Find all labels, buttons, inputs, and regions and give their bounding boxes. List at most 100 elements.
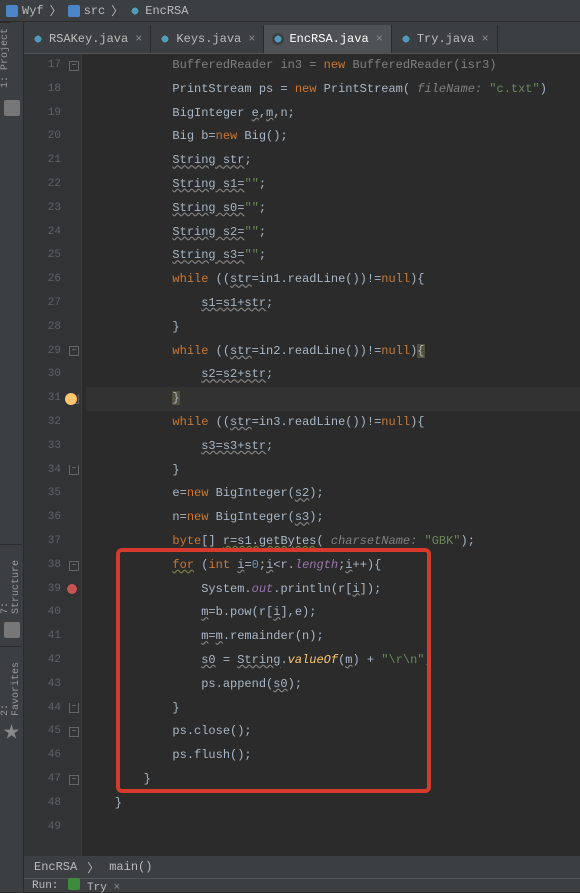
tab-label: Try.java xyxy=(417,32,475,46)
line-number[interactable]: 43 xyxy=(24,673,81,697)
code-line[interactable]: s2=s2+str; xyxy=(86,363,580,387)
line-number[interactable]: 48 xyxy=(24,792,81,816)
code-line[interactable]: BufferedReader in3 = new BufferedReader(… xyxy=(86,54,580,78)
run-panel-header[interactable]: Run: Try × xyxy=(24,878,580,892)
code-line[interactable] xyxy=(86,816,580,840)
fold-icon[interactable]: − xyxy=(69,775,79,785)
code-line[interactable]: } xyxy=(86,768,580,792)
line-number[interactable]: 24 xyxy=(24,221,81,245)
line-number[interactable]: 21 xyxy=(24,149,81,173)
code-line[interactable]: for (int i=0;i<r.length;i++){ xyxy=(86,554,580,578)
run-tab[interactable]: Try × xyxy=(68,878,120,893)
line-number[interactable]: 47− xyxy=(24,768,81,792)
fold-icon[interactable]: − xyxy=(69,346,79,356)
line-number[interactable]: 37 xyxy=(24,530,81,554)
line-number[interactable]: 30 xyxy=(24,363,81,387)
line-number[interactable]: 20 xyxy=(24,125,81,149)
code-line[interactable]: String str; xyxy=(86,149,580,173)
close-icon[interactable]: × xyxy=(374,32,385,46)
line-number[interactable]: 49 xyxy=(24,816,81,840)
line-number[interactable]: 32 xyxy=(24,411,81,435)
code-line[interactable]: BigInteger e,m,n; xyxy=(86,102,580,126)
line-number[interactable]: 42 xyxy=(24,649,81,673)
fold-end-icon[interactable]: − xyxy=(69,703,79,713)
code-line[interactable]: s3=s3+str; xyxy=(86,435,580,459)
structure-breadcrumb[interactable]: EncRSA 〉 main() xyxy=(24,856,580,878)
code-line[interactable]: s0 = String.valueOf(m) + "\r\n"; xyxy=(86,649,580,673)
tab-keys-java[interactable]: Keys.java× xyxy=(151,25,264,53)
line-number[interactable]: 34− xyxy=(24,459,81,483)
close-icon[interactable]: × xyxy=(246,32,257,46)
line-number[interactable]: 31− xyxy=(24,387,81,411)
code-line[interactable]: Big b=new Big(); xyxy=(86,125,580,149)
code-line[interactable]: String s1=""; xyxy=(86,173,580,197)
code-line[interactable]: } xyxy=(86,316,580,340)
code-line[interactable]: String s2=""; xyxy=(86,221,580,245)
close-icon[interactable]: × xyxy=(133,32,144,46)
line-number[interactable]: 23 xyxy=(24,197,81,221)
line-number[interactable]: 39 xyxy=(24,578,81,602)
crumb-method[interactable]: main() xyxy=(109,860,152,874)
line-number[interactable]: 18 xyxy=(24,78,81,102)
rail-favorites[interactable]: 2: Favorites xyxy=(0,646,22,716)
code-line[interactable]: m=m.remainder(n); xyxy=(86,625,580,649)
tab-label: RSAKey.java xyxy=(49,32,128,46)
code-line[interactable]: ps.flush(); xyxy=(86,744,580,768)
line-number[interactable]: 19 xyxy=(24,102,81,126)
tab-rsakey-java[interactable]: RSAKey.java × xyxy=(24,25,151,53)
code-line[interactable]: while ((str=in1.readLine())!=null){ xyxy=(86,268,580,292)
tab-encrsa-java[interactable]: EncRSA.java× xyxy=(264,25,391,53)
line-number[interactable]: 26 xyxy=(24,268,81,292)
crumb-class[interactable]: EncRSA xyxy=(34,860,77,874)
code-line[interactable]: m=b.pow(r[i],e); xyxy=(86,601,580,625)
close-icon[interactable]: × xyxy=(479,32,490,46)
line-number[interactable]: 44− xyxy=(24,697,81,721)
line-number[interactable]: 25 xyxy=(24,244,81,268)
code-area[interactable]: BufferedReader in3 = new BufferedReader(… xyxy=(82,54,580,856)
code-line[interactable]: n=new BigInteger(s3); xyxy=(86,506,580,530)
code-line[interactable]: e=new BigInteger(s2); xyxy=(86,482,580,506)
code-line[interactable]: PrintStream ps = new PrintStream( fileNa… xyxy=(86,78,580,102)
breadcrumb-item[interactable]: src xyxy=(68,4,106,18)
line-number[interactable]: 41 xyxy=(24,625,81,649)
code-line[interactable]: ps.close(); xyxy=(86,720,580,744)
code-line[interactable]: } xyxy=(86,459,580,483)
code-line[interactable]: } xyxy=(86,387,580,411)
fold-icon[interactable]: − xyxy=(69,727,79,737)
code-line[interactable]: } xyxy=(86,792,580,816)
fold-end-icon[interactable]: − xyxy=(69,465,79,475)
fold-icon[interactable]: − xyxy=(69,561,79,571)
code-line[interactable]: String s3=""; xyxy=(86,244,580,268)
line-number[interactable]: 17− xyxy=(24,54,81,78)
code-editor[interactable]: 17−181920212223242526272829−3031−323334−… xyxy=(24,54,580,856)
line-number[interactable]: 29− xyxy=(24,340,81,364)
line-number[interactable]: 27 xyxy=(24,292,81,316)
line-number[interactable]: 35 xyxy=(24,482,81,506)
code-line[interactable]: s1=s1+str; xyxy=(86,292,580,316)
breakpoint-icon[interactable] xyxy=(67,584,77,594)
line-number[interactable]: 46 xyxy=(24,744,81,768)
java-icon xyxy=(400,33,412,45)
code-line[interactable]: ps.append(s0); xyxy=(86,673,580,697)
code-line[interactable]: while ((str=in2.readLine())!=null){ xyxy=(86,340,580,364)
breadcrumb-item[interactable]: Wyf xyxy=(6,4,44,18)
code-line[interactable]: } xyxy=(86,697,580,721)
code-line[interactable]: byte[] r=s1.getBytes( charsetName: "GBK"… xyxy=(86,530,580,554)
intention-bulb-icon[interactable] xyxy=(65,393,77,405)
tab-try-java[interactable]: Try.java × xyxy=(392,25,498,53)
line-number[interactable]: 45− xyxy=(24,720,81,744)
line-number[interactable]: 40 xyxy=(24,601,81,625)
line-number[interactable]: 22 xyxy=(24,173,81,197)
code-line[interactable]: String s0=""; xyxy=(86,197,580,221)
breadcrumb-item[interactable]: EncRSA xyxy=(129,4,188,18)
gutter[interactable]: 17−181920212223242526272829−3031−323334−… xyxy=(24,54,82,856)
line-number[interactable]: 28 xyxy=(24,316,81,340)
line-number[interactable]: 38− xyxy=(24,554,81,578)
fold-icon[interactable]: − xyxy=(69,61,79,71)
code-line[interactable]: while ((str=in3.readLine())!=null){ xyxy=(86,411,580,435)
rail-structure[interactable]: 7: Structure xyxy=(0,544,22,614)
code-line[interactable]: System.out.println(r[i]); xyxy=(86,578,580,602)
rail-project[interactable]: 1: Project xyxy=(0,22,11,92)
line-number[interactable]: 33 xyxy=(24,435,81,459)
line-number[interactable]: 36 xyxy=(24,506,81,530)
